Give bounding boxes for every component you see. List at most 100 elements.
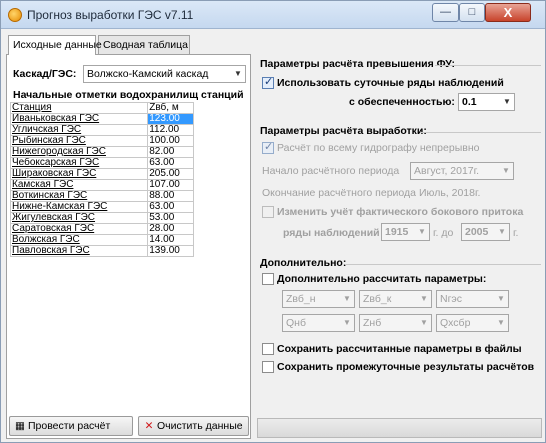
station-cell[interactable]: Чебоксарская ГЭС [9,157,149,169]
station-cell[interactable]: Волжская ГЭС [9,234,149,246]
zvb-cell[interactable]: 107.00 [147,179,194,191]
chevron-down-icon: ▼ [420,318,428,327]
station-cell[interactable]: Камская ГЭС [9,179,149,191]
window-title: Прогноз выработки ГЭС v7.11 [27,8,194,22]
zvb-cell[interactable]: 205.00 [147,168,194,180]
station-cell[interactable]: Павловская ГЭС [9,245,149,257]
probability-value: 0.1 [462,96,477,108]
zvb-cell[interactable]: 112.00 [147,124,194,136]
save-params-checkbox[interactable] [262,343,274,355]
chevron-down-icon: ▼ [420,294,428,303]
probability-select[interactable]: 0.1 ▼ [458,93,515,111]
param-value: Zвб_к [363,293,392,305]
lateral-inflow-checkbox[interactable] [262,206,274,218]
station-cell[interactable]: Рыбинская ГЭС [9,135,149,147]
param-value: Qхсбр [440,317,471,329]
chevron-down-icon: ▼ [343,318,351,327]
title-bar[interactable]: Прогноз выработки ГЭС v7.11 — □ X [1,1,545,29]
station-cell[interactable]: Саратовская ГЭС [9,223,149,235]
param-value: Nгэс [440,293,463,305]
table-row: Рыбинская ГЭС 100.00 [9,135,194,147]
period-end-value: Июль, 2018г. [419,187,481,199]
clear-data-label: Очистить данные [157,420,243,432]
input-data-panel: Каскад/ГЭС: Волжско-Камский каскад ▼ Нач… [6,54,251,439]
table-row: Саратовская ГЭС 28.00 [9,223,194,235]
chevron-down-icon: ▼ [502,166,510,175]
station-cell[interactable]: Воткинская ГЭС [9,190,149,202]
chevron-down-icon: ▼ [418,227,426,236]
extra-params-checkbox[interactable] [262,273,274,285]
chevron-down-icon: ▼ [497,318,505,327]
table-row: Угличская ГЭС 112.00 [9,124,194,136]
additional-title: Дополнительно: [260,257,347,269]
cascade-label: Каскад/ГЭС: [13,68,77,80]
zvb-cell[interactable]: 53.00 [147,212,194,224]
save-intermediate-label: Сохранить промежуточные результаты расчё… [277,361,535,373]
zvb-cell[interactable]: 88.00 [147,190,194,202]
table-row: Камская ГЭС 107.00 [9,179,194,191]
use-daily-series-checkbox[interactable] [262,75,274,89]
whole-hydrograph-label: Расчёт по всему гидрографу непрерывно [277,142,480,154]
lateral-inflow-label: Изменить учёт фактического бокового прит… [277,206,524,218]
table-row: Чебоксарская ГЭС 63.00 [9,157,194,169]
output-params-title: Параметры расчёта выработки: [260,125,427,137]
whole-hydrograph-checkbox[interactable] [262,140,274,154]
initial-marks-heading: Начальные отметки водохранилищ станций [13,89,244,101]
period-start-select[interactable]: Август, 2017г. ▼ [410,162,514,180]
param-select-2[interactable]: Zвб_к ▼ [359,290,432,308]
param-select-3[interactable]: Nгэс ▼ [436,290,509,308]
year-suffix-label: г. [513,227,519,239]
table-row: Павловская ГЭС 139.00 [9,245,194,257]
zvb-cell[interactable]: 123.00 [147,113,194,125]
zvb-cell[interactable]: 82.00 [147,146,194,158]
zvb-cell[interactable]: 139.00 [147,245,194,257]
table-row: Нижне-Камская ГЭС 63.00 [9,201,194,213]
chevron-down-icon: ▼ [343,294,351,303]
year-to-select[interactable]: 2005 ▼ [461,223,510,241]
station-cell[interactable]: Нижегородская ГЭС [9,146,149,158]
clear-data-button[interactable]: ✕ Очистить данные [138,416,249,436]
group-divider [420,132,541,133]
chevron-down-icon: ▼ [498,227,506,236]
maximize-button[interactable]: □ [459,3,485,22]
app-window: Прогноз выработки ГЭС v7.11 — □ X Исходн… [0,0,546,443]
cascade-select[interactable]: Волжско-Камский каскад ▼ [83,65,246,83]
param-select-5[interactable]: Zнб ▼ [359,314,432,332]
period-start-value: Август, 2017г. [414,165,480,177]
excess-params-title: Параметры расчёта превышения ФУ: [260,58,455,70]
tab-input-data[interactable]: Исходные данные [8,35,102,55]
run-calculation-button[interactable]: ▦ Провести расчёт [9,416,133,436]
column-header-station[interactable]: Станция [9,102,149,114]
param-value: Zвб_н [286,293,316,305]
station-cell[interactable]: Иваньковская ГЭС [9,113,149,125]
station-cell[interactable]: Угличская ГЭС [9,124,149,136]
year-to-value: 2005 [465,226,489,238]
zvb-cell[interactable]: 14.00 [147,234,194,246]
group-divider [346,264,541,265]
chevron-down-icon: ▼ [503,97,511,106]
zvb-cell[interactable]: 63.00 [147,201,194,213]
station-cell[interactable]: Шираковская ГЭС [9,168,149,180]
progress-bar [257,418,542,438]
param-value: Qнб [286,317,306,329]
tab-summary-table[interactable]: Сводная таблица [98,35,190,54]
save-intermediate-checkbox[interactable] [262,361,274,373]
period-end-label: Окончание расчётного периода [262,187,416,199]
group-divider [435,65,541,66]
column-header-zvb[interactable]: Zвб, м [147,102,194,114]
zvb-cell[interactable]: 28.00 [147,223,194,235]
param-select-1[interactable]: Zвб_н ▼ [282,290,355,308]
param-select-4[interactable]: Qнб ▼ [282,314,355,332]
cascade-value: Волжско-Камский каскад [87,68,209,80]
zvb-cell[interactable]: 63.00 [147,157,194,169]
years-from-label: ряды наблюдений с [283,227,381,239]
minimize-button[interactable]: — [432,3,459,22]
close-icon: ✕ [144,420,154,432]
param-select-6[interactable]: Qхсбр ▼ [436,314,509,332]
extra-params-label: Дополнительно рассчитать параметры: [277,273,487,285]
station-cell[interactable]: Нижне-Камская ГЭС [9,201,149,213]
zvb-cell[interactable]: 100.00 [147,135,194,147]
year-from-select[interactable]: 1915 ▼ [381,223,430,241]
close-button[interactable]: X [485,3,531,22]
station-cell[interactable]: Жигулевская ГЭС [9,212,149,224]
